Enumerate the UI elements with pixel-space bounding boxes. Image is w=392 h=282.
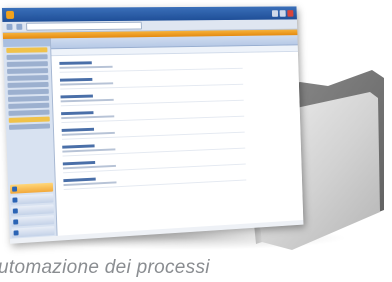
list-item (59, 57, 298, 73)
address-bar (26, 21, 142, 31)
maximize-icon (279, 9, 286, 17)
forward-icon (16, 23, 23, 30)
nav-button (11, 215, 55, 227)
caption-text: utomazione dei processi (0, 256, 392, 282)
main-content (50, 35, 304, 236)
app-body (2, 35, 304, 239)
left-navigation (2, 38, 58, 239)
list-item (61, 105, 300, 124)
app-screenshot (1, 6, 304, 244)
nav-item (8, 109, 50, 116)
nav-item (6, 54, 48, 60)
window-controls (271, 9, 294, 17)
minimize-icon (271, 9, 279, 17)
nav-button (10, 193, 54, 205)
nav-item (7, 81, 49, 88)
nav-item (8, 116, 50, 123)
back-icon (6, 23, 13, 30)
nav-button (10, 182, 54, 194)
nav-header (2, 38, 51, 47)
nav-item (8, 102, 50, 109)
app-icon (5, 10, 15, 19)
nav-item (6, 47, 48, 53)
list-item (60, 89, 299, 107)
promo-scene: utomazione dei processi (0, 0, 392, 282)
caption-label: utomazione dei processi (0, 257, 210, 278)
nav-button (10, 204, 54, 216)
close-icon (287, 9, 294, 17)
nav-item (6, 68, 49, 74)
nav-item (7, 95, 50, 102)
list-item (59, 73, 299, 90)
nav-item (6, 61, 48, 67)
nav-button (11, 226, 55, 238)
nav-item (7, 75, 49, 81)
nav-item (7, 88, 49, 95)
